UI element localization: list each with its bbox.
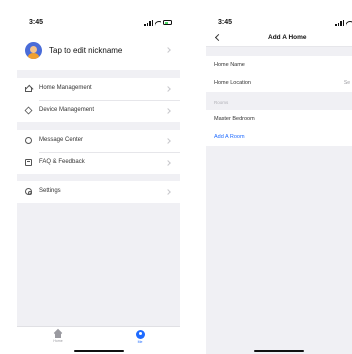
profile-row[interactable]: Tap to edit nickname — [17, 30, 180, 70]
cellular-signal-icon — [144, 19, 153, 26]
faq-icon — [25, 159, 32, 166]
device-icon — [24, 106, 33, 115]
add-room-button[interactable]: Add A Room — [206, 128, 352, 146]
menu-group-settings: Settings — [17, 181, 180, 203]
me-tab-icon — [135, 330, 145, 339]
user-avatar-icon[interactable] — [25, 42, 42, 59]
home-location-field[interactable]: Home Location Se — [206, 74, 352, 92]
menu-item-label: Home Management — [39, 85, 92, 91]
home-icon — [25, 87, 32, 92]
tab-label: Home — [53, 339, 63, 343]
menu-item-device-management[interactable]: Device Management — [17, 100, 180, 122]
page-title: Add A Home — [268, 34, 307, 41]
field-label: Home Name — [214, 62, 245, 68]
add-room-label[interactable]: Add A Room — [214, 134, 245, 140]
menu-item-label: Message Center — [39, 137, 84, 143]
home-tab-icon — [54, 330, 62, 338]
chevron-right-icon — [165, 189, 171, 195]
chevron-right-icon — [165, 47, 171, 53]
navigation-bar: Add A Home — [206, 30, 352, 47]
chevron-right-icon — [165, 138, 171, 144]
status-bar: 3:45 — [206, 14, 352, 30]
nickname-label[interactable]: Tap to edit nickname — [49, 46, 122, 55]
status-icons — [335, 19, 352, 26]
home-name-field[interactable]: Home Name — [206, 56, 352, 74]
home-indicator — [73, 350, 124, 352]
menu-item-label: Settings — [39, 188, 61, 194]
add-home-screen: 3:45 Add A Home Home Name Home Location … — [206, 14, 352, 354]
tab-bar: Home Me — [17, 326, 180, 354]
menu-item-settings[interactable]: Settings — [17, 181, 180, 203]
status-time: 3:45 — [218, 19, 233, 26]
back-chevron-icon[interactable] — [214, 33, 223, 42]
menu-item-label: Device Management — [39, 107, 95, 113]
rooms-section-header: Rooms — [214, 100, 229, 105]
field-value[interactable]: Se — [344, 80, 350, 86]
wifi-icon — [155, 20, 161, 26]
home-indicator — [254, 350, 304, 352]
message-icon — [25, 137, 32, 144]
tab-home[interactable]: Home — [43, 330, 73, 343]
chevron-right-icon — [165, 160, 171, 166]
menu-item-message-center[interactable]: Message Center — [17, 130, 180, 152]
room-name: Master Bedroom — [214, 116, 255, 122]
tab-label: Me — [137, 340, 143, 344]
field-label: Home Location — [214, 80, 251, 86]
menu-group-home: Home Management Device Management — [17, 78, 180, 122]
status-time: 3:45 — [29, 19, 44, 26]
settings-icon — [25, 188, 32, 195]
battery-icon — [163, 20, 172, 25]
cellular-signal-icon — [335, 19, 344, 26]
me-screen: 3:45 Tap to edit nickname Home Managemen… — [17, 14, 180, 354]
wifi-icon — [346, 20, 352, 26]
status-bar: 3:45 — [17, 14, 180, 30]
menu-group-support: Message Center FAQ & Feedback — [17, 130, 180, 174]
menu-item-faq-feedback[interactable]: FAQ & Feedback — [17, 152, 180, 174]
menu-item-home-management[interactable]: Home Management — [17, 78, 180, 100]
status-icons — [144, 19, 172, 26]
chevron-right-icon — [165, 86, 171, 92]
menu-item-label: FAQ & Feedback — [39, 159, 85, 165]
room-row[interactable]: Master Bedroom — [206, 110, 352, 128]
chevron-right-icon — [165, 108, 171, 114]
tab-me[interactable]: Me — [125, 330, 155, 344]
